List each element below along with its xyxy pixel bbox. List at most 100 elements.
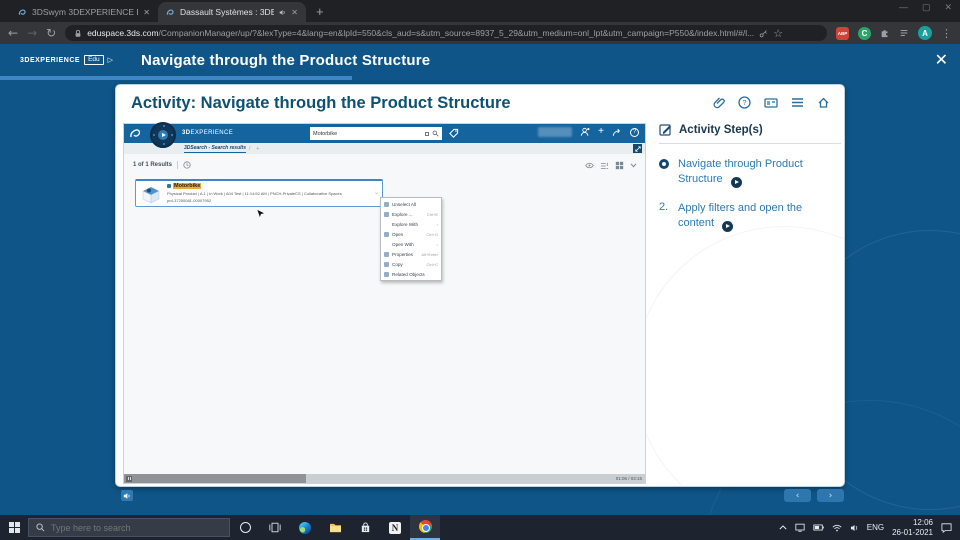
step-2[interactable]: 2. Apply filters and open the content [659,201,841,232]
tab-audio-icon[interactable] [279,9,286,16]
help-icon[interactable]: ? [738,96,751,109]
store-icon [361,522,369,533]
fullscreen-icon[interactable] [633,144,642,153]
video-scrubber[interactable]: 01:06 / 03:15 [124,474,645,483]
page-close-icon[interactable]: ✕ [935,50,948,70]
window-close-icon[interactable]: ✕ [944,2,952,13]
edit-pencil-icon [659,124,671,136]
related-objects-icon [384,271,389,277]
tab-title: Dassault Systèmes : 3DEXPER [180,7,275,17]
user-icon[interactable] [580,127,590,137]
demo-search-input[interactable] [313,130,422,137]
grid-view-icon[interactable] [615,161,624,170]
menu-item-properties[interactable]: Properties Alt+Enter [381,249,441,259]
volume-icon[interactable] [850,524,859,532]
window-maximize-icon[interactable]: ▢ [922,2,931,13]
file-explorer-button[interactable] [320,515,350,540]
share-icon[interactable] [612,128,622,137]
step-1[interactable]: Navigate through Product Structure [659,157,841,188]
previous-button[interactable]: ‹ [784,489,811,502]
copy-icon [384,261,389,267]
task-view-button[interactable] [260,515,290,540]
reload-icon[interactable]: ↻ [46,27,56,39]
demo-brand: 3DEXPERIENCE [182,130,233,136]
tab-close-icon[interactable]: ✕ [291,8,298,17]
svg-text:?: ? [743,100,747,107]
pause-icon[interactable] [126,475,132,482]
taskbar-search-input[interactable] [51,522,222,533]
tag-icon[interactable] [448,128,459,139]
start-button[interactable] [0,522,28,533]
adblock-extension-icon[interactable]: ABP [836,26,849,40]
result-row-motorbike[interactable]: Motorbike Physical Product | A.1 | In Wo… [135,179,383,207]
window-minimize-icon[interactable]: — [899,2,908,13]
tab-title: 3DSwym 3DEXPERIENCE Edu | Stu [32,7,138,17]
edge-button[interactable] [290,515,320,540]
notepad-button[interactable]: N [380,515,410,540]
windows-icon [8,522,20,533]
chevron-down-icon[interactable] [630,163,637,168]
clock[interactable]: 12:06 26-01-2021 [892,518,933,536]
menu-item-unselect-all[interactable]: Unselect All [381,199,441,209]
reading-list-icon[interactable] [899,28,909,38]
menu-icon[interactable] [791,97,804,108]
attachment-icon[interactable] [713,96,725,109]
new-tab-button[interactable]: + [316,4,324,19]
play-step-icon[interactable] [730,176,742,188]
profile-avatar[interactable]: A [918,26,932,40]
taskbar-search[interactable] [28,518,230,537]
activity-title: Activity: Navigate through the Product S… [131,94,511,112]
display-icon[interactable] [795,523,805,532]
advanced-search-icon[interactable] [425,131,429,136]
sound-icon[interactable] [121,490,133,501]
menu-item-open[interactable]: Open Ctrl+O [381,229,441,239]
menu-item-explore-with[interactable]: Explore With › [381,219,441,229]
wifi-icon[interactable] [832,524,842,532]
language-indicator[interactable]: ENG [867,523,884,532]
play-step-icon[interactable] [722,220,734,232]
bookmark-star-icon[interactable]: ☆ [773,27,783,40]
browser-tab-dassault[interactable]: Dassault Systèmes : 3DEXPER ✕ [158,2,306,22]
menu-item-copy[interactable]: Copy Ctrl+C [381,259,441,269]
mouse-cursor [256,208,265,220]
compass-icon[interactable] [150,122,176,148]
address-bar[interactable]: eduspace.3ds.com/CompanionManager/up/?&l… [65,25,827,41]
activity-steps-panel: Activity Step(s) Navigate through Produc… [659,123,841,232]
back-icon[interactable]: ← [8,27,18,39]
tab-3dsearch[interactable]: 3DSearch - Search results [184,145,246,153]
sort-options-icon[interactable] [600,162,609,170]
menu-item-explore[interactable]: Explore ... Ctrl+E [381,209,441,219]
add-tab-button[interactable]: + [256,146,259,152]
key-icon[interactable] [759,29,768,38]
details-card-icon[interactable] [764,97,778,109]
results-bar: 1 of 1 Results [133,161,191,169]
video-time: 01:06 / 03:15 [615,476,642,481]
chrome-button[interactable] [410,515,440,540]
tab-close-icon[interactable]: ✕ [143,8,150,17]
home-icon[interactable] [817,96,830,109]
menu-item-open-with[interactable]: Open With › [381,239,441,249]
cortana-button[interactable] [230,515,260,540]
store-button[interactable] [350,515,380,540]
extensions-puzzle-icon[interactable] [880,28,890,38]
search-icon[interactable] [432,130,439,137]
system-tray: ENG 12:06 26-01-2021 [779,518,960,537]
battery-icon[interactable] [813,524,824,531]
green-extension-icon[interactable]: C [858,26,871,40]
result-name[interactable]: Motorbike [173,183,202,189]
browser-tab-3dswym[interactable]: 3DSwym 3DEXPERIENCE Edu | Stu ✕ [10,2,158,22]
preview-eye-icon[interactable] [585,162,594,169]
add-app-icon[interactable]: + [598,127,604,137]
forward-icon[interactable]: → [27,27,37,39]
tray-expand-icon[interactable] [779,525,787,530]
row-chevron-icon[interactable]: ⌄ [374,189,379,196]
action-center-icon[interactable] [941,522,952,533]
menu-item-related-objects[interactable]: Related Objects [381,269,441,279]
history-clock-icon[interactable] [183,161,191,169]
demo-help-icon[interactable]: ? [630,127,639,137]
browser-menu-icon[interactable]: ⋮ [941,27,952,40]
demo-search-box[interactable] [310,127,442,140]
context-menu: Unselect All Explore ... Ctrl+E Explore … [380,197,442,281]
url-text: eduspace.3ds.com/CompanionManager/up/?&l… [87,28,754,38]
next-button[interactable]: › [817,489,844,502]
